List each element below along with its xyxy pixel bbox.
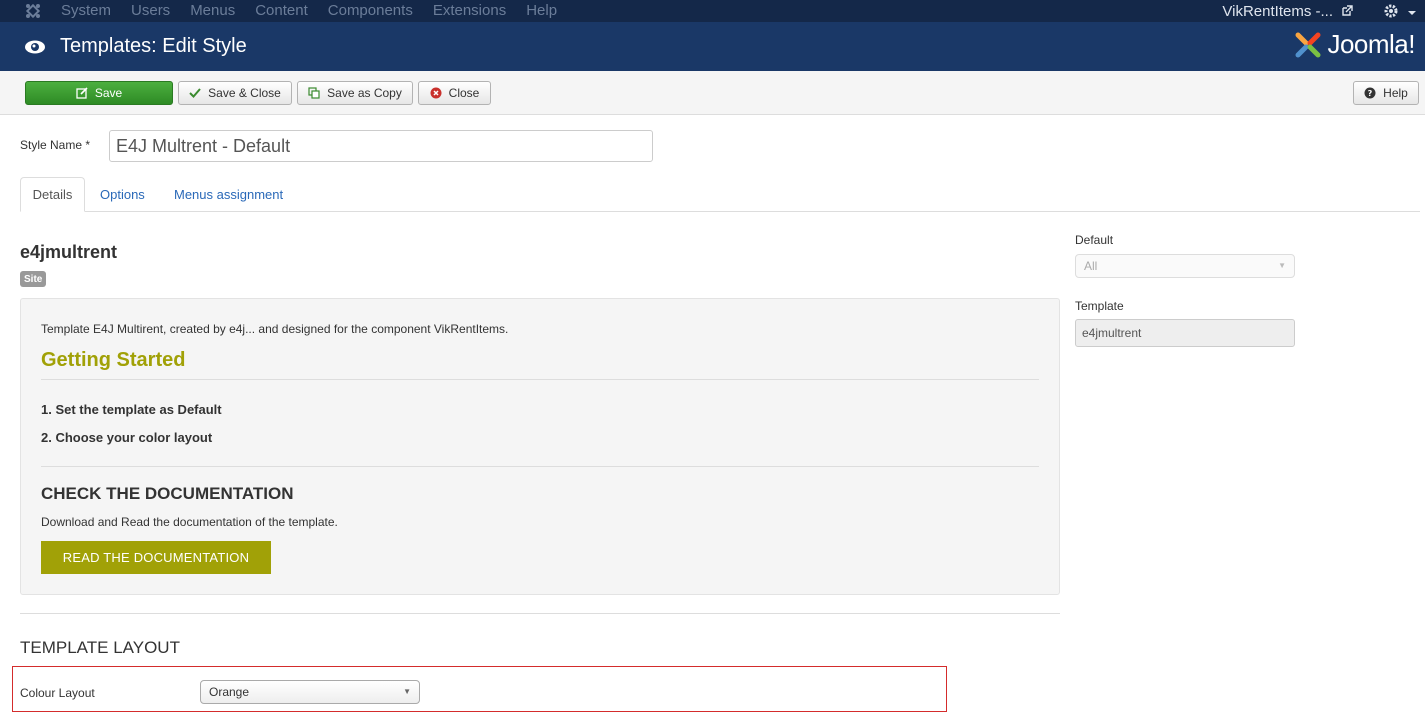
question-icon: ? bbox=[1364, 87, 1376, 99]
save-copy-label: Save as Copy bbox=[327, 86, 402, 100]
check-icon bbox=[189, 87, 201, 99]
read-documentation-button[interactable]: READ THE DOCUMENTATION bbox=[41, 541, 271, 574]
menu-system[interactable]: System bbox=[61, 1, 111, 21]
joomla-brand-icon bbox=[1295, 32, 1321, 57]
tab-options[interactable]: Options bbox=[88, 177, 157, 212]
style-name-label: Style Name * bbox=[20, 138, 91, 152]
colour-layout-highlight bbox=[12, 666, 947, 712]
site-link[interactable]: VikRentItems -... bbox=[1222, 3, 1333, 20]
getting-started-heading: Getting Started bbox=[41, 349, 186, 371]
svg-text:?: ? bbox=[1368, 89, 1373, 98]
gear-icon[interactable] bbox=[1383, 3, 1399, 19]
save-close-label: Save & Close bbox=[208, 86, 281, 100]
page-title: Templates: Edit Style bbox=[60, 35, 247, 57]
tab-details[interactable]: Details bbox=[20, 177, 85, 212]
template-description: Template E4J Multirent, created by e4j..… bbox=[20, 298, 1060, 595]
close-label: Close bbox=[448, 86, 480, 100]
colour-layout-label: Colour Layout bbox=[20, 686, 95, 700]
joomla-logo-icon[interactable] bbox=[23, 1, 43, 21]
caret-down-icon[interactable] bbox=[1407, 6, 1417, 16]
menu-content[interactable]: Content bbox=[255, 1, 308, 21]
documentation-text: Download and Read the documentation of t… bbox=[41, 515, 338, 529]
topbar-right: VikRentItems -... bbox=[1222, 0, 1425, 22]
help-button[interactable]: ? Help bbox=[1353, 81, 1419, 105]
chevron-down-icon: ▼ bbox=[1278, 261, 1286, 270]
external-link-icon[interactable] bbox=[1341, 5, 1353, 17]
template-layout-heading: TEMPLATE LAYOUT bbox=[20, 638, 180, 657]
toolbar: Save Save & Close Save as Copy Close ? H… bbox=[0, 71, 1425, 115]
save-as-copy-button[interactable]: Save as Copy bbox=[297, 81, 413, 105]
default-select[interactable]: All ▼ bbox=[1075, 254, 1295, 278]
admin-topbar: System Users Menus Content Components Ex… bbox=[0, 0, 1425, 22]
template-name: e4jmultrent bbox=[20, 242, 118, 262]
save-label: Save bbox=[94, 86, 123, 100]
chevron-down-icon: ▼ bbox=[403, 687, 411, 696]
step-2: 2. Choose your color layout bbox=[41, 430, 213, 445]
tab-menus-assignment[interactable]: Menus assignment bbox=[162, 177, 295, 212]
joomla-brand: Joomla! bbox=[1293, 29, 1415, 60]
site-badge: Site bbox=[20, 271, 47, 287]
default-value: All bbox=[1084, 259, 1098, 273]
save-close-button[interactable]: Save & Close bbox=[178, 81, 292, 105]
help-label: Help bbox=[1383, 86, 1408, 100]
edit-icon bbox=[76, 87, 88, 99]
template-field: e4jmultrent bbox=[1075, 319, 1295, 347]
close-button[interactable]: Close bbox=[418, 81, 491, 105]
close-icon bbox=[430, 87, 442, 99]
template-label: Template bbox=[1075, 299, 1124, 313]
menu-users[interactable]: Users bbox=[131, 1, 170, 21]
style-name-input[interactable]: E4J Multrent - Default bbox=[109, 130, 653, 162]
divider bbox=[20, 613, 1060, 614]
menu-help[interactable]: Help bbox=[526, 1, 557, 21]
eye-icon bbox=[24, 36, 46, 58]
menu-components[interactable]: Components bbox=[328, 1, 413, 21]
page-header: Templates: Edit Style Joomla! bbox=[0, 22, 1425, 71]
menu-extensions[interactable]: Extensions bbox=[433, 1, 506, 21]
divider bbox=[41, 379, 1039, 380]
top-menu: System Users Menus Content Components Ex… bbox=[61, 1, 577, 21]
step-1: 1. Set the template as Default bbox=[41, 402, 222, 417]
brand-text: Joomla! bbox=[1327, 29, 1415, 59]
divider bbox=[41, 466, 1039, 467]
copy-icon bbox=[308, 87, 320, 99]
colour-layout-value: Orange bbox=[209, 685, 250, 699]
template-description-text: Template E4J Multirent, created by e4j..… bbox=[41, 322, 509, 336]
menu-menus[interactable]: Menus bbox=[190, 1, 235, 21]
documentation-heading: CHECK THE DOCUMENTATION bbox=[41, 484, 294, 503]
default-label: Default bbox=[1075, 233, 1114, 247]
save-button[interactable]: Save bbox=[25, 81, 173, 105]
colour-layout-select[interactable]: Orange ▼ bbox=[200, 680, 420, 704]
